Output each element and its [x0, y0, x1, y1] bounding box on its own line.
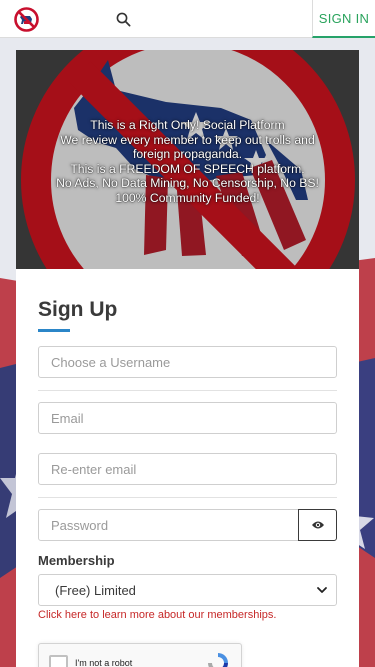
recaptcha-label: I'm not a robot	[75, 658, 133, 667]
signup-title: Sign Up	[38, 298, 118, 321]
membership-select[interactable]: (Free) Limited	[38, 574, 337, 606]
form-divider	[38, 497, 337, 498]
membership-label: Membership	[38, 553, 115, 568]
form-divider	[38, 390, 337, 391]
hero-banner: This is a Right Only! Social Platform We…	[16, 50, 359, 269]
hero-line: 100% Community Funded!	[115, 190, 260, 205]
hero-line: No Ads, No Data Mining, No Censorship, N…	[56, 176, 319, 191]
hero-description: This is a Right Only! Social Platform We…	[16, 118, 359, 206]
top-navbar: SIGN IN	[0, 0, 375, 38]
search-icon	[116, 12, 130, 26]
password-toggle-button[interactable]	[298, 509, 337, 541]
password-input[interactable]	[38, 509, 299, 541]
membership-selected-value: (Free) Limited	[55, 582, 136, 598]
chevron-down-icon	[317, 587, 327, 593]
recaptcha-logo-icon	[208, 653, 228, 667]
no-donkey-logo-icon[interactable]	[14, 7, 39, 32]
hero-line: This is a Right Only! Social Platform	[90, 118, 285, 132]
eye-icon	[311, 521, 324, 529]
title-underline	[38, 329, 70, 332]
username-input[interactable]	[38, 346, 337, 378]
recaptcha-widget: I'm not a robot	[38, 643, 242, 667]
hero-line: This is a FREEDOM OF SPEECH platform.	[70, 161, 305, 176]
signup-card: Sign Up Membership (Free) Limited Click …	[16, 269, 359, 667]
sign-in-button[interactable]: SIGN IN	[312, 0, 375, 38]
reenter-email-input[interactable]	[38, 453, 337, 485]
email-input[interactable]	[38, 402, 337, 434]
hero-line: We review every member to keep out troll…	[60, 132, 315, 147]
search-button[interactable]	[112, 8, 134, 30]
hero-line: foreign propaganda.	[132, 147, 243, 162]
membership-info-link[interactable]: Click here to learn more about our membe…	[38, 609, 276, 621]
recaptcha-checkbox[interactable]	[49, 655, 68, 667]
